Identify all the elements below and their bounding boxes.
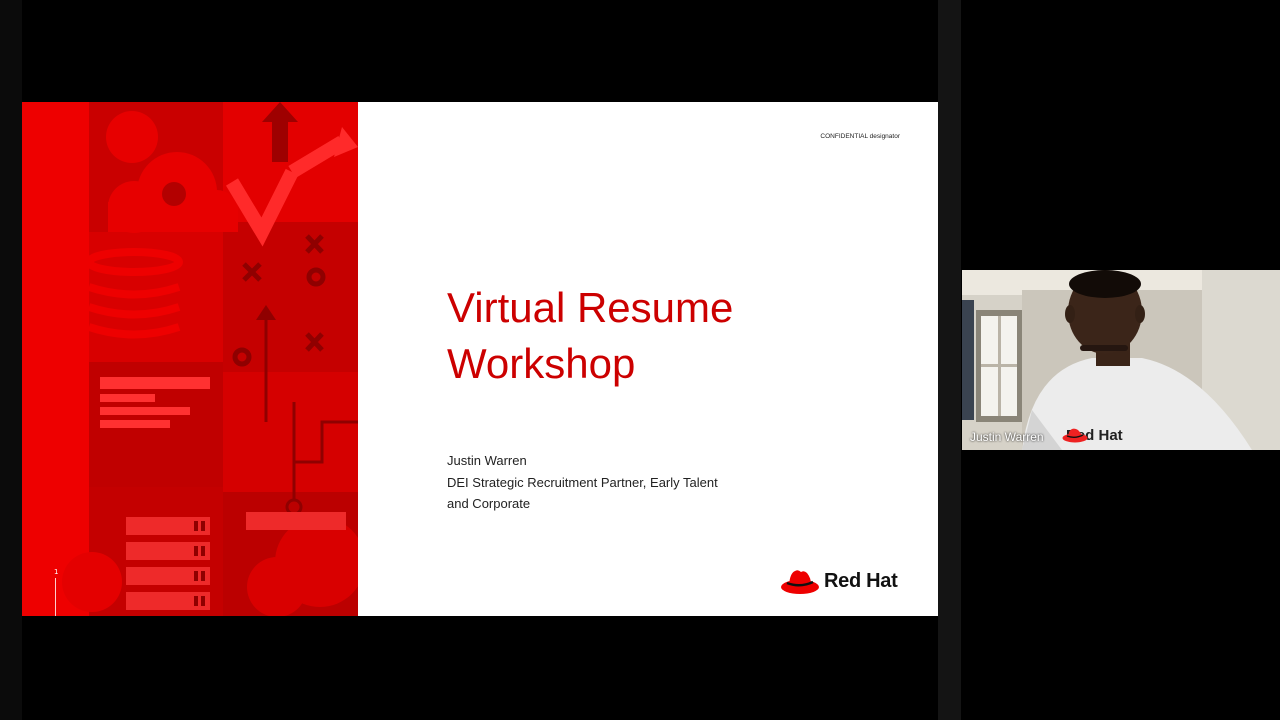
- confidential-designator: CONFIDENTIAL designator: [820, 133, 900, 140]
- page-number-rule: [55, 578, 56, 616]
- shared-slide: 1 CONFIDENTIAL designator Virtual Resume…: [22, 102, 938, 616]
- red-hat-logo: Red Hat: [780, 566, 906, 596]
- red-hat-wordmark: Red Hat: [824, 570, 898, 592]
- slide-decorative-art: 1: [22, 102, 358, 616]
- presenter-info: Justin Warren DEI Strategic Recruitment …: [447, 450, 827, 515]
- slide-title-line-2: Workshop: [447, 340, 636, 387]
- shirt-red-hat-logo: Red Hat: [1062, 427, 1123, 444]
- decorative-pattern-graphic: [22, 102, 358, 616]
- red-hat-logo-icon: [781, 570, 819, 594]
- presenter-role-line-2: and Corporate: [447, 496, 531, 511]
- left-gutter: [0, 0, 22, 720]
- red-hat-logo-icon: [1062, 428, 1088, 443]
- presenter-name: Justin Warren: [447, 453, 527, 468]
- slide-page-number: 1: [54, 568, 59, 576]
- slide-title: Virtual Resume Workshop: [447, 280, 867, 392]
- participant-video-tile[interactable]: Red Hat Justin Warren: [962, 270, 1280, 450]
- panel-divider[interactable]: [938, 0, 961, 720]
- slide-title-line-1: Virtual Resume: [447, 284, 734, 331]
- participant-name-label: Justin Warren: [970, 430, 1044, 444]
- presenter-role-line-1: DEI Strategic Recruitment Partner, Early…: [447, 474, 718, 490]
- participant-video-frame: [962, 270, 1280, 450]
